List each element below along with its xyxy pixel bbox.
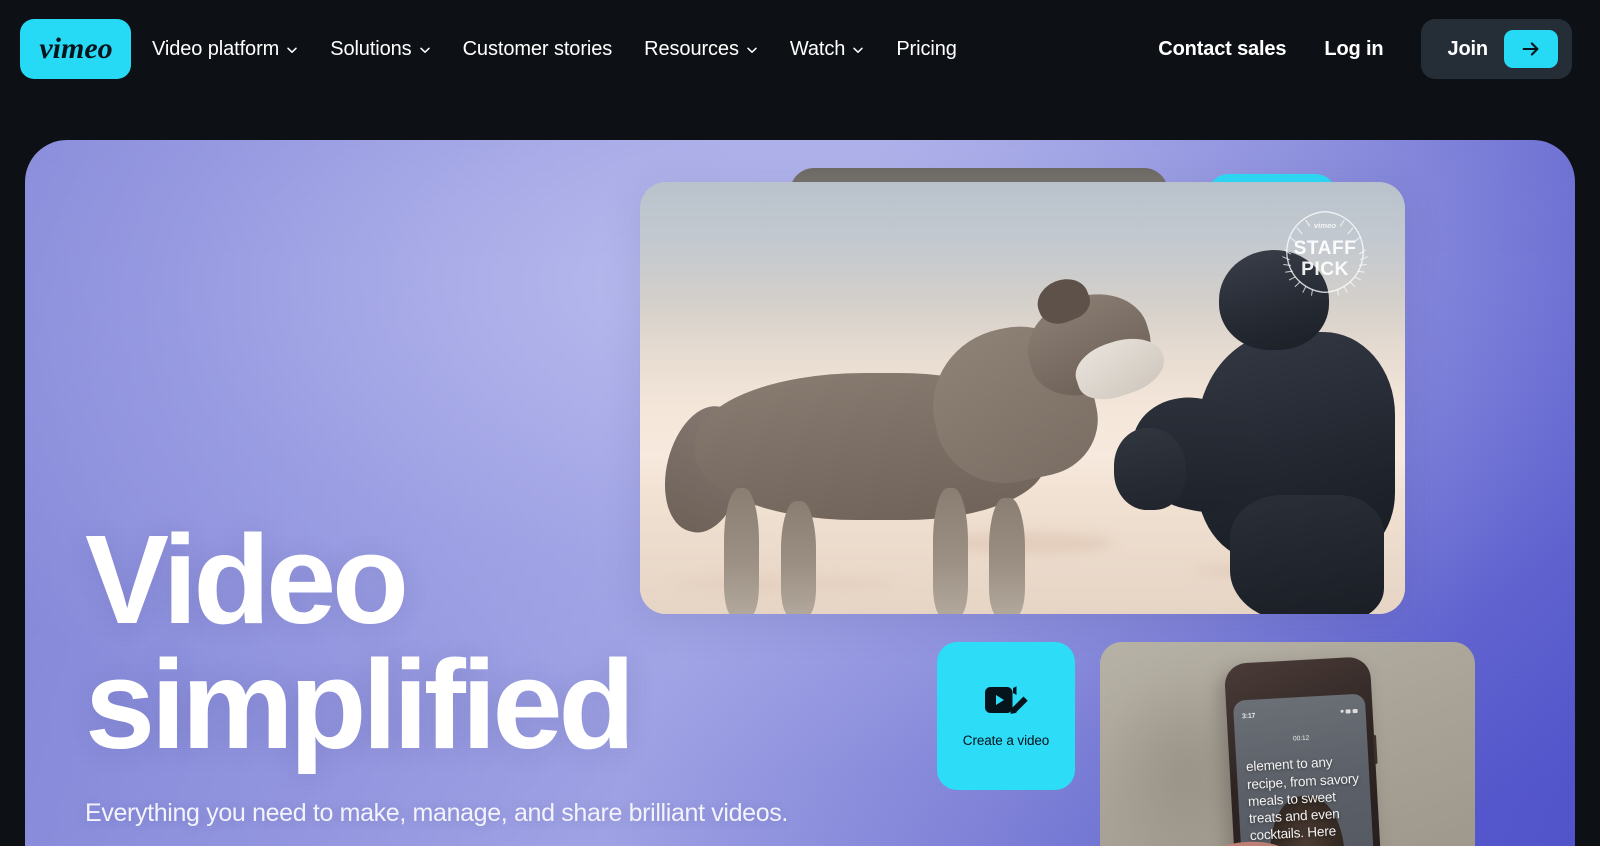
chevron-down-icon — [852, 44, 864, 56]
nav-item-label: Customer stories — [462, 37, 613, 60]
primary-nav-items: Video platform Solutions Customer storie… — [152, 0, 957, 98]
phone-caption-text: element to any recipe, from savory meals… — [1245, 754, 1360, 843]
nav-item-resources[interactable]: Resources — [644, 38, 758, 61]
page-title: Video simplified — [85, 517, 788, 775]
vimeo-logo-text: vimeo — [39, 32, 112, 65]
headline-line-1: Video — [85, 509, 409, 650]
staff-pick-brand: vimeo — [1314, 221, 1336, 230]
create-a-video-label: Create a video — [962, 732, 1050, 748]
person-leg — [1229, 495, 1385, 614]
arrow-right-icon[interactable] — [1504, 30, 1558, 68]
chevron-down-icon — [419, 44, 431, 56]
signal-icon — [1340, 709, 1344, 713]
battery-icon — [1352, 708, 1358, 713]
phone-status-icons — [1340, 708, 1358, 713]
create-a-video-tile[interactable]: Create a video — [937, 642, 1075, 790]
video-edit-icon — [983, 685, 1029, 719]
staff-pick-line1: STAFF — [1294, 238, 1357, 259]
nav-item-label: Pricing — [896, 37, 957, 60]
log-in-link[interactable]: Log in — [1324, 38, 1383, 61]
nav-item-label: Watch — [789, 37, 846, 60]
phone-captions-card[interactable]: 3:17 00:12 element to any recipe, from s… — [1100, 642, 1475, 846]
dog-leg — [989, 497, 1025, 614]
hero-panel: vimeo STAFF PICK Create a video 3:17 00:… — [25, 140, 1575, 846]
hero-copy: Video simplified Everything you need to … — [85, 517, 789, 828]
person-hand — [1114, 428, 1186, 510]
contact-sales-link[interactable]: Contact sales — [1158, 38, 1286, 61]
phone-status-bar: 3:17 — [1233, 693, 1366, 734]
chevron-down-icon — [286, 44, 298, 56]
phone-screen: 3:17 00:12 element to any recipe, from s… — [1233, 692, 1378, 846]
dog-leg — [932, 488, 969, 614]
join-button-label: Join — [1447, 37, 1488, 60]
wifi-icon — [1345, 708, 1351, 713]
phone-device: 3:17 00:12 element to any recipe, from s… — [1224, 655, 1385, 846]
nav-item-pricing[interactable]: Pricing — [896, 37, 957, 61]
join-button[interactable]: Join — [1421, 19, 1572, 79]
staff-pick-line2: PICK — [1301, 259, 1349, 280]
nav-item-customer-stories[interactable]: Customer stories — [463, 38, 613, 61]
chevron-down-icon — [746, 44, 758, 56]
nav-item-solutions[interactable]: Solutions — [330, 38, 430, 61]
nav-item-label: Resources — [644, 37, 739, 60]
phone-side-button — [1373, 734, 1379, 764]
headline-line-2: simplified — [85, 633, 635, 775]
hero-subheadline: Everything you need to make, manage, and… — [85, 799, 789, 828]
secondary-nav-items: Contact sales Log in Join — [1158, 0, 1572, 98]
nav-item-label: Video platform — [152, 37, 280, 60]
nav-item-watch[interactable]: Watch — [790, 38, 864, 61]
vimeo-homepage: vimeo STAFF PICK Create a video 3:17 00:… — [0, 0, 1600, 846]
nav-item-video-platform[interactable]: Video platform — [152, 38, 298, 61]
phone-status-time: 3:17 — [1242, 712, 1256, 721]
nav-item-label: Solutions — [330, 37, 412, 60]
staff-pick-badge: vimeo STAFF PICK — [1277, 204, 1373, 300]
top-navigation-bar: vimeo Video platform Solutions Customer … — [0, 0, 1600, 98]
vimeo-logo[interactable]: vimeo — [20, 19, 131, 79]
